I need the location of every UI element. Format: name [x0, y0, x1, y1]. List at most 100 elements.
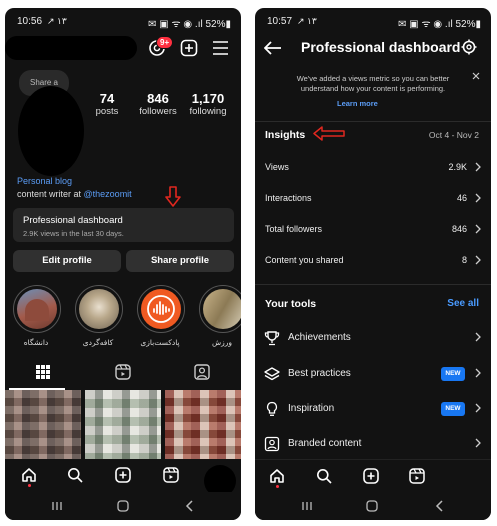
- page-title: Professional dashboard: [301, 39, 461, 55]
- post-thumbnail[interactable]: [5, 390, 81, 462]
- status-bar: 10:57 ↗ ۱۳ ✉ ▣ ᯤ ◉ .ıl 52%▮: [255, 8, 491, 34]
- insight-row-total-followers[interactable]: Total followers 846: [255, 219, 491, 241]
- following-stat[interactable]: 1,170 following: [178, 91, 238, 117]
- branded-content-icon: [264, 436, 280, 452]
- tool-row-best-practices[interactable]: Best practices NEW: [255, 362, 491, 386]
- insight-row-content-shared[interactable]: Content you shared 8: [255, 250, 491, 272]
- chevron-right-icon: [475, 438, 481, 448]
- highlight-ring: [199, 285, 241, 333]
- insight-value: 46: [456, 193, 467, 203]
- share-profile-button[interactable]: Share profile: [126, 250, 234, 272]
- insight-value: 8: [461, 255, 467, 265]
- bottom-navigation: [255, 459, 491, 492]
- home-button-icon[interactable]: [365, 499, 379, 513]
- dashboard-screen: 10:57 ↗ ۱۳ ✉ ▣ ᯤ ◉ .ıl 52%▮ Professional…: [255, 8, 491, 520]
- thumbnail-arch-shape: [25, 299, 49, 321]
- search-icon[interactable]: [316, 468, 332, 484]
- tool-row-branded-content[interactable]: Branded content: [255, 432, 491, 456]
- reels-icon[interactable]: [409, 468, 425, 484]
- status-time: 10:56: [17, 16, 43, 27]
- insight-label: Views: [265, 162, 289, 172]
- chevron-right-icon: [475, 332, 481, 342]
- status-bar: 10:56 ↗ ۱۳ ✉ ▣ ᯤ ◉ .ıl 52%▮: [5, 8, 241, 34]
- divider: [255, 284, 491, 285]
- tagged-tab-icon[interactable]: [194, 364, 210, 380]
- highlight-item[interactable]: ورزش: [199, 285, 241, 347]
- learn-more-link[interactable]: Learn more: [337, 99, 378, 108]
- close-notice-icon[interactable]: [472, 72, 480, 80]
- back-icon[interactable]: [183, 499, 195, 513]
- highlight-label: کافه‌گردی: [82, 338, 114, 347]
- system-navigation: [255, 492, 491, 520]
- chevron-right-icon: [475, 224, 481, 234]
- username-redacted[interactable]: [5, 36, 137, 60]
- reels-icon[interactable]: [163, 467, 179, 483]
- date-range[interactable]: Oct 4 - Nov 2: [429, 130, 479, 140]
- following-label: following: [189, 106, 227, 117]
- new-badge: NEW: [441, 367, 465, 381]
- bottom-navigation: [5, 459, 241, 497]
- post-thumbnail[interactable]: [85, 390, 161, 462]
- highlight-label: ورزش: [211, 338, 233, 347]
- settings-gear-icon[interactable]: [461, 39, 477, 55]
- highlight-thumbnail: [203, 289, 241, 329]
- your-tools-heading: Your tools: [265, 298, 317, 310]
- bio-text: content writer at @thezoomit: [17, 189, 132, 199]
- highlight-item[interactable]: دانشگاه: [13, 285, 64, 347]
- highlight-thumbnail: [79, 289, 119, 329]
- highlight-label: پادکست‌بازی: [140, 338, 180, 347]
- profile-screen: 10:56 ↗ ۱۳ ✉ ▣ ᯤ ◉ .ıl 52%▮ 9+ Share a 7…: [5, 8, 241, 520]
- home-icon[interactable]: [21, 467, 37, 487]
- grid-tab-icon[interactable]: [36, 365, 50, 379]
- insight-value: 2.9K: [448, 162, 467, 172]
- trophy-icon: [264, 330, 280, 346]
- bio-category: Personal blog: [17, 176, 73, 186]
- back-arrow-icon[interactable]: [264, 41, 282, 55]
- search-icon[interactable]: [67, 467, 83, 483]
- recents-icon[interactable]: [301, 500, 313, 512]
- tool-row-inspiration[interactable]: Inspiration NEW: [255, 397, 491, 421]
- status-icons: ✉ ▣ ᯤ ◉ .ıl 52%▮: [398, 19, 481, 30]
- menu-icon[interactable]: [212, 40, 229, 56]
- edit-profile-button[interactable]: Edit profile: [13, 250, 121, 272]
- insight-row-interactions[interactable]: Interactions 46: [255, 188, 491, 210]
- post-thumbnail[interactable]: [165, 390, 241, 462]
- add-content-icon[interactable]: [180, 39, 198, 57]
- back-icon[interactable]: [433, 499, 445, 513]
- chevron-right-icon: [475, 193, 481, 203]
- dashboard-card-subtitle: 2.9K views in the last 30 days.: [23, 229, 124, 238]
- see-all-link[interactable]: See all: [447, 298, 479, 309]
- highlight-item[interactable]: پادکست‌بازی: [137, 285, 188, 347]
- insights-heading: Insights: [265, 129, 306, 141]
- professional-dashboard-card[interactable]: Professional dashboard 2.9K views in the…: [13, 208, 234, 242]
- tool-label: Inspiration: [288, 403, 335, 414]
- create-icon[interactable]: [363, 468, 379, 484]
- bio-mention-link[interactable]: @thezoomit: [84, 189, 132, 199]
- insight-label: Interactions: [265, 193, 312, 203]
- bio-text-prefix: content writer at: [17, 189, 84, 199]
- insight-row-views[interactable]: Views 2.9K: [255, 157, 491, 179]
- highlight-label: دانشگاه: [23, 338, 49, 347]
- highlight-item[interactable]: کافه‌گردی: [75, 285, 126, 347]
- annotation-arrow-down-icon: [165, 186, 181, 207]
- system-navigation: [5, 492, 241, 520]
- highlight-thumbnail: [17, 289, 57, 329]
- layers-icon: [264, 366, 280, 382]
- avatar-redacted[interactable]: [18, 86, 84, 176]
- notification-badge: 9+: [156, 36, 174, 49]
- chevron-right-icon: [475, 403, 481, 413]
- lightbulb-icon: [264, 401, 280, 417]
- status-icons: ✉ ▣ ᯤ ◉ .ıl 52%▮: [148, 19, 231, 30]
- reels-tab-icon[interactable]: [115, 364, 131, 380]
- home-button-icon[interactable]: [116, 499, 130, 513]
- chevron-right-icon: [475, 255, 481, 265]
- new-badge: NEW: [441, 402, 465, 416]
- create-icon[interactable]: [115, 467, 131, 483]
- status-time: 10:57: [267, 16, 293, 27]
- recents-icon[interactable]: [51, 500, 63, 512]
- highlight-ring: [13, 285, 61, 333]
- podcast-waveform-icon: [147, 295, 175, 323]
- home-icon[interactable]: [269, 468, 285, 488]
- insight-label: Content you shared: [265, 255, 344, 265]
- tool-row-achievements[interactable]: Achievements: [255, 326, 491, 350]
